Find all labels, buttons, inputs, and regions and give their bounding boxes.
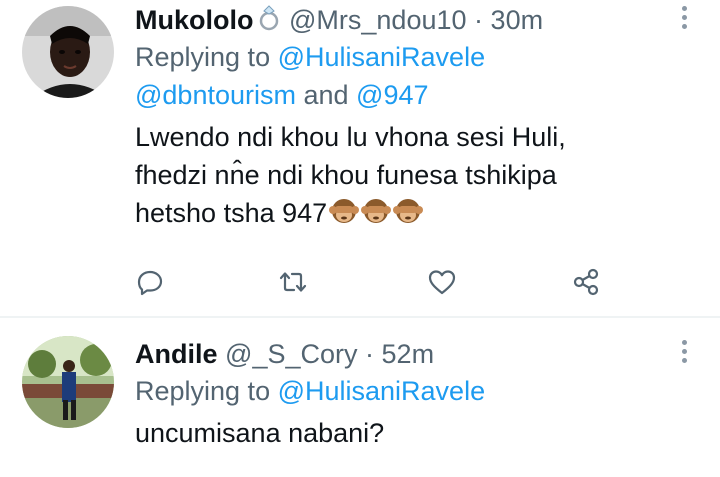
display-name[interactable]: Andile <box>135 339 218 369</box>
avatar[interactable] <box>22 6 114 98</box>
reply-and: and <box>295 80 357 110</box>
tweet-text: Lwendo ndi khou lu vhona sesi Huli, fhed… <box>135 118 660 232</box>
mention-link[interactable]: @dbntourism <box>135 80 296 110</box>
user-handle[interactable]: @Mrs_ndou10 <box>289 5 467 35</box>
tweet-text-line-with-emoji: hetsho tsha 947 <box>135 194 660 232</box>
separator: · <box>474 5 484 35</box>
mention-link[interactable]: @HulisaniRavele <box>278 376 486 406</box>
tweet-text: uncumisana nabani? <box>135 414 660 452</box>
replying-to: Replying to @HulisaniRavele @dbntourism … <box>135 38 660 114</box>
ring-icon <box>257 4 281 32</box>
separator: · <box>365 339 375 369</box>
tweet-text-line: uncumisana nabani? <box>135 418 385 448</box>
tweet[interactable]: Mukololo @Mrs_ndou10 · 30m Replying to @… <box>0 0 720 316</box>
like-icon[interactable] <box>422 262 462 302</box>
more-options-icon[interactable] <box>680 6 688 33</box>
tweet[interactable]: Andile @_S_Cory · 52m Replying to @Hulis… <box>0 318 720 477</box>
user-handle[interactable]: @_S_Cory <box>225 339 357 369</box>
replying-prefix: Replying to <box>135 376 278 406</box>
mention-link[interactable]: @947 <box>356 80 428 110</box>
share-icon[interactable] <box>566 262 606 302</box>
tweet-actions <box>135 262 605 302</box>
tweet-text-line: Lwendo ndi khou lu vhona sesi Huli, <box>135 122 566 152</box>
tweet-header: Andile @_S_Cory · 52m <box>135 336 660 372</box>
tweet-text-line: fhedzi nn̂e ndi khou funesa tshikipa <box>135 160 557 190</box>
more-options-icon[interactable] <box>680 340 688 367</box>
avatar[interactable] <box>22 336 114 428</box>
replying-to: Replying to @HulisaniRavele <box>135 372 660 410</box>
display-name[interactable]: Mukololo <box>135 5 253 35</box>
tweet-header: Mukololo @Mrs_ndou10 · 30m <box>135 2 660 38</box>
see-no-evil-monkey-icon <box>361 196 392 226</box>
timestamp[interactable]: 52m <box>382 339 435 369</box>
retweet-icon[interactable] <box>273 262 313 302</box>
tweet-text-fragment: hetsho tsha 947 <box>135 198 328 228</box>
see-no-evil-monkey-icon <box>393 196 424 226</box>
timestamp[interactable]: 30m <box>491 5 544 35</box>
see-no-evil-monkey-icon <box>329 196 360 226</box>
reply-icon[interactable] <box>130 262 170 302</box>
mention-link[interactable]: @HulisaniRavele <box>278 42 486 72</box>
replying-prefix: Replying to <box>135 42 278 72</box>
